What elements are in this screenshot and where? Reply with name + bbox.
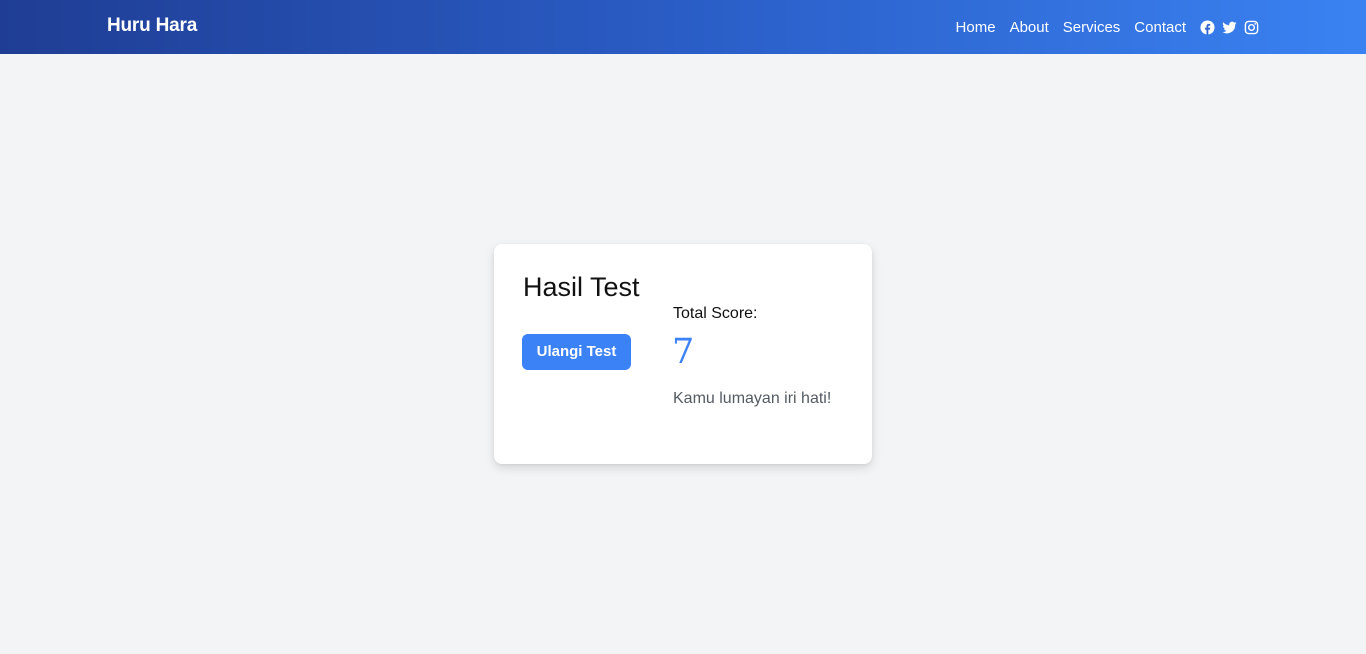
retry-test-button[interactable]: Ulangi Test [522, 334, 631, 370]
social-links [1200, 19, 1259, 35]
total-score-label: Total Score: [673, 305, 758, 322]
nav-link-services[interactable]: Services [1063, 19, 1121, 36]
facebook-icon[interactable] [1200, 19, 1215, 35]
nav-link-contact[interactable]: Contact [1134, 19, 1186, 36]
brand-logo[interactable]: Huru Hara [107, 15, 197, 37]
result-card: Hasil Test Ulangi Test Total Score: 7 Ka… [494, 244, 872, 464]
total-score-value: 7 [672, 332, 695, 372]
result-message: Kamu lumayan iri hati! [673, 390, 832, 407]
instagram-icon[interactable] [1244, 20, 1259, 35]
result-title: Hasil Test [523, 272, 640, 302]
navbar: Huru Hara Home About Services Contact [0, 0, 1366, 54]
nav-links: Home About Services Contact [956, 0, 1259, 54]
nav-link-home[interactable]: Home [956, 19, 996, 36]
twitter-icon[interactable] [1222, 20, 1237, 35]
nav-link-about[interactable]: About [1010, 19, 1049, 36]
